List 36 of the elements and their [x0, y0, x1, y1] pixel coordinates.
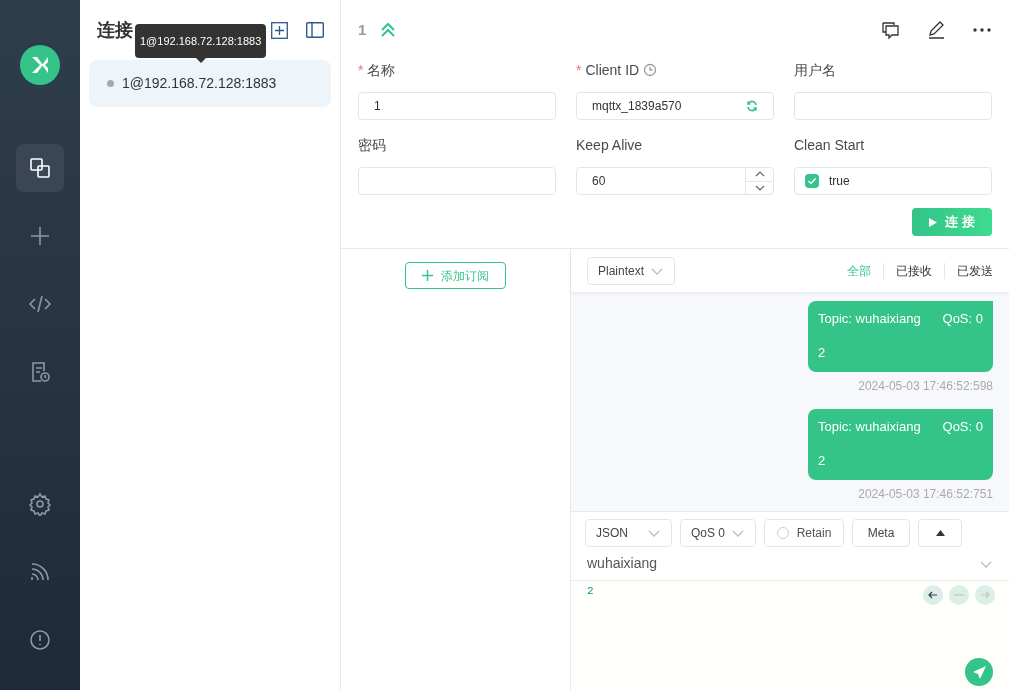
number-value: 60 [591, 173, 607, 190]
message-payload: 2 [818, 343, 827, 362]
field-label: 密码 [358, 135, 386, 155]
field-label: Keep Alive [576, 135, 643, 155]
field-label: 名称 [367, 60, 396, 80]
message-payload: 2 [818, 451, 827, 470]
panel-title: 连接 [97, 18, 133, 42]
message-time: 2024-05-03 17:46:52:751 [858, 486, 993, 503]
filter-tab[interactable]: 已接收 [896, 261, 932, 280]
message-qos: QoS: 0 [942, 418, 983, 436]
tooltip: 1@192.168.72.128:1883 [135, 24, 267, 58]
connection-item[interactable]: 1@192.168.72.128:1883 [89, 60, 331, 107]
connection-name: 1@192.168.72.128:1883 [122, 74, 277, 93]
field-label: Client ID [585, 60, 640, 80]
meta-button[interactable]: Meta [852, 519, 910, 547]
field-label: Clean Start [794, 135, 865, 155]
checkbox-field[interactable]: true [794, 167, 992, 195]
message-qos: QoS: 0 [942, 310, 983, 328]
payload-editor[interactable]: 2 [571, 581, 1009, 690]
message-topic: Topic: wuhaixiang [818, 310, 921, 328]
input-field[interactable]: mqttx_1839a570 [576, 92, 774, 120]
required-mark: * [576, 60, 582, 80]
required-mark: * [358, 60, 364, 80]
field-label: 用户名 [794, 60, 836, 80]
payload-format-select[interactable]: JSON [585, 519, 672, 547]
input-field[interactable]: 1 [358, 92, 556, 120]
format-select[interactable]: Plaintext [587, 256, 675, 285]
message-time: 2024-05-03 17:46:52:598 [858, 378, 993, 395]
message-topic: Topic: wuhaixiang [818, 418, 921, 436]
checkbox-value: true [829, 173, 850, 190]
qos-select[interactable]: QoS 0 [680, 519, 756, 547]
number-field[interactable]: 60 [576, 167, 774, 195]
retain-toggle[interactable]: Retain [764, 519, 844, 547]
connection-title: 1 [358, 19, 367, 40]
payload-text: 2 [587, 584, 594, 599]
filter-tab[interactable]: 已发送 [957, 261, 993, 280]
